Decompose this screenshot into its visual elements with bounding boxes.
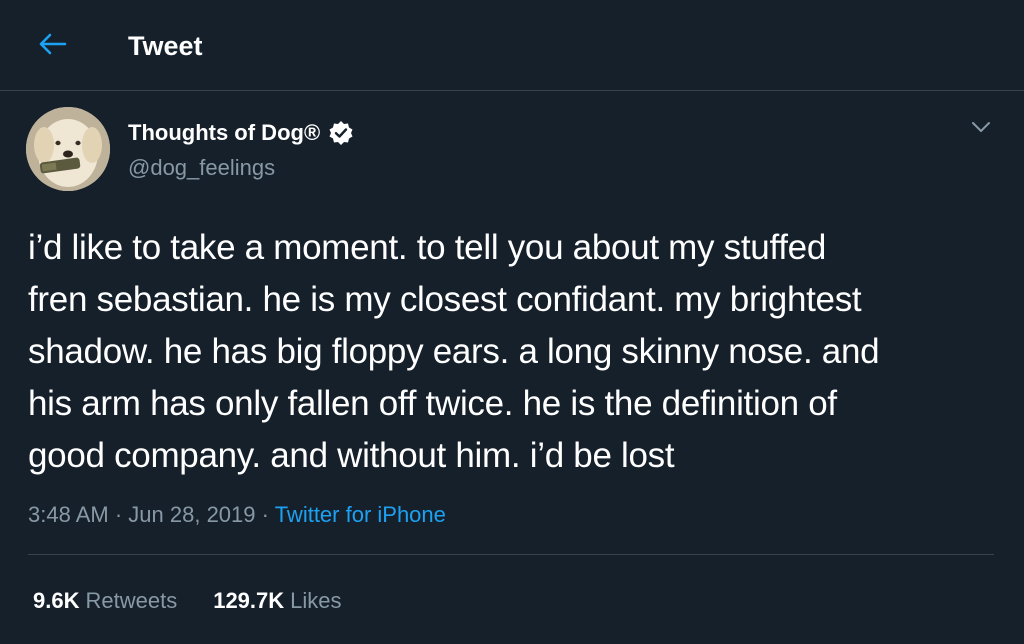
- retweets-stat[interactable]: 9.6K Retweets: [33, 586, 177, 616]
- chevron-down-icon: [971, 120, 991, 138]
- page-title: Tweet: [128, 31, 203, 61]
- display-name-text: Thoughts of Dog®: [128, 120, 321, 145]
- tweet-time[interactable]: 3:48 AM: [28, 502, 109, 527]
- back-button[interactable]: [33, 26, 73, 66]
- tweet-date[interactable]: Jun 28, 2019: [128, 502, 255, 527]
- likes-stat[interactable]: 129.7K Likes: [213, 586, 341, 616]
- meta-separator: ·: [261, 502, 275, 527]
- author-handle[interactable]: @dog_feelings: [128, 154, 275, 182]
- more-options-button[interactable]: [966, 114, 996, 144]
- top-bar: Tweet: [0, 0, 1024, 91]
- retweets-count: 9.6K: [33, 588, 80, 613]
- dog-avatar-icon: [26, 107, 110, 191]
- tweet-meta: 3:48 AM · Jun 28, 2019 · Twitter for iPh…: [28, 500, 446, 530]
- likes-count: 129.7K: [213, 588, 285, 613]
- avatar[interactable]: [26, 107, 110, 191]
- retweets-label: Retweets: [85, 588, 178, 613]
- arrow-left-icon: [39, 33, 67, 60]
- tweet-text: i’d like to take a moment. to tell you a…: [28, 228, 880, 475]
- tweet-source-link[interactable]: Twitter for iPhone: [275, 502, 446, 527]
- meta-separator: ·: [114, 502, 129, 527]
- verified-badge-icon: [328, 120, 354, 146]
- tweet-page: Tweet Thoughts of Dog® @dog_feelings i’d…: [0, 0, 1024, 644]
- tweet-stats: 9.6K Retweets 129.7K Likes: [33, 586, 342, 616]
- author-display-name[interactable]: Thoughts of Dog®: [128, 119, 354, 147]
- divider: [28, 554, 994, 555]
- likes-label: Likes: [290, 588, 342, 613]
